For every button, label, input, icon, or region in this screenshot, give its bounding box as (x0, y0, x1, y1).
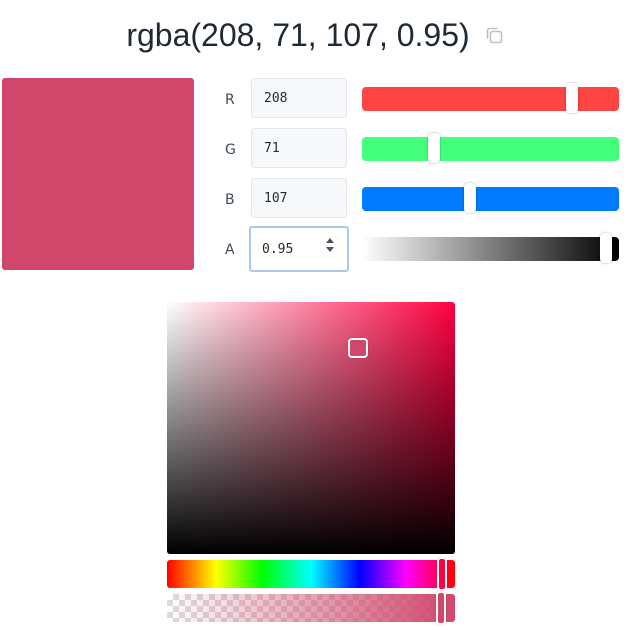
green-slider-thumb[interactable] (427, 133, 440, 163)
sv-picker-handle[interactable] (348, 338, 369, 359)
alpha-slider-thumb[interactable] (600, 233, 613, 263)
blue-slider-thumb[interactable] (463, 183, 476, 213)
channel-label-a: A (225, 242, 235, 258)
red-slider-thumb[interactable] (565, 83, 578, 113)
blue-slider[interactable] (362, 183, 619, 213)
alpha-strip-thumb[interactable] (435, 591, 446, 625)
channel-label-r: R (225, 92, 235, 108)
spinner-arrows-icon[interactable] (325, 236, 335, 254)
color-preview-swatch (2, 78, 194, 270)
hue-slider[interactable] (167, 557, 455, 591)
red-slider[interactable] (362, 83, 619, 113)
color-string-title: rgba(208, 71, 107, 0.95) (126, 17, 470, 53)
hue-slider-thumb[interactable] (437, 557, 448, 591)
copy-icon[interactable] (484, 25, 506, 47)
green-input[interactable] (251, 128, 347, 168)
red-input[interactable] (251, 78, 347, 118)
sv-black-layer (167, 302, 455, 554)
green-slider[interactable] (362, 133, 619, 163)
channel-label-g: G (225, 142, 236, 158)
alpha-gradient (167, 594, 455, 622)
channel-label-b: B (225, 192, 235, 208)
alpha-slider[interactable] (362, 233, 619, 263)
blue-input[interactable] (251, 178, 347, 218)
saturation-value-picker[interactable] (167, 302, 455, 554)
header: rgba(208, 71, 107, 0.95) (0, 10, 632, 60)
alpha-input-wrapper (249, 226, 349, 272)
alpha-strip-slider[interactable] (167, 591, 455, 625)
